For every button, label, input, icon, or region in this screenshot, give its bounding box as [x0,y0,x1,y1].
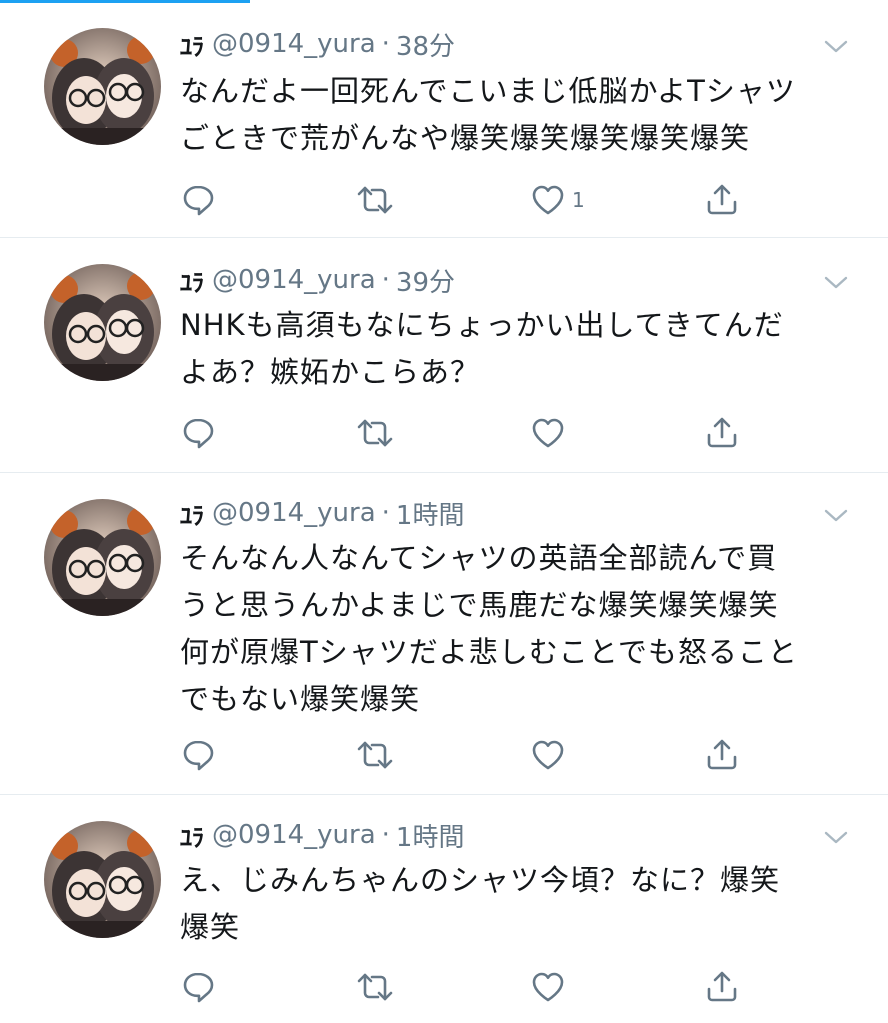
timestamp[interactable]: 39分 [396,262,455,299]
tweet-header: ﾕﾗ @0914_yura · 1時間 [180,495,464,531]
share-button[interactable] [704,180,740,220]
tweet-text-line: よあ？嫉妬かこらあ？ [180,355,481,389]
like-button[interactable] [530,413,572,453]
avatar[interactable] [44,28,161,145]
display-name[interactable]: ﾕﾗ [180,263,204,298]
tweet-text: NHKも高須もなにちょっかい出してきてんだ よあ？嫉妬かこらあ？ [180,302,860,396]
avatar[interactable] [44,821,161,938]
share-icon [704,737,740,773]
display-name[interactable]: ﾕﾗ [180,818,204,853]
tweet-text-line: でもない爆笑爆笑 [180,682,421,716]
share-icon [704,182,740,218]
chevron-down-icon[interactable] [822,272,850,292]
retweet-icon [355,969,395,1005]
tweet-text-line: ごときで荒がんなや爆笑爆笑爆笑爆笑爆笑 [180,121,751,155]
handle[interactable]: @0914_yura [212,29,376,59]
tweet-text-line: なんだよ一回死んでこいまじ低脳かよTシャツ [180,74,796,108]
avatar[interactable] [44,499,161,616]
chevron-down-icon[interactable] [822,827,850,847]
retweet-button[interactable] [355,967,395,1007]
tweet-text-line: うと思うんかよまじで馬鹿だな爆笑爆笑爆笑 [180,588,779,622]
tweet-1[interactable]: ﾕﾗ @0914_yura · 38分 なんだよ一回死んでこいまじ低脳かよTシャ… [0,0,888,238]
share-icon [704,415,740,451]
tweet-header: ﾕﾗ @0914_yura · 39分 [180,262,455,298]
reply-icon [180,415,216,451]
retweet-icon [355,415,395,451]
timestamp[interactable]: 1時間 [396,495,465,532]
tweet-text: そんなん人なんてシャツの英語全部読んで買 うと思うんかよまじで馬鹿だな爆笑爆笑爆… [180,535,860,723]
share-icon [704,969,740,1005]
tweet-text-line: え、じみんちゃんのシャツ今頃？なに？爆笑 [180,863,781,897]
reply-button[interactable] [180,967,216,1007]
share-button[interactable] [704,967,740,1007]
reply-icon [180,737,216,773]
display-name[interactable]: ﾕﾗ [180,496,204,531]
handle[interactable]: @0914_yura [212,265,376,295]
share-button[interactable] [704,735,740,775]
like-button[interactable] [530,967,572,1007]
chevron-down-icon[interactable] [822,505,850,525]
tweet-text-line: 何が原爆Tシャツだよ悲しむことでも怒ること [180,635,798,669]
heart-icon [530,415,566,451]
reply-button[interactable] [180,735,216,775]
handle[interactable]: @0914_yura [212,498,376,528]
tweet-header: ﾕﾗ @0914_yura · 1時間 [180,817,464,853]
display-name[interactable]: ﾕﾗ [180,27,204,62]
separator: · [381,820,390,850]
tweet-text: なんだよ一回死んでこいまじ低脳かよTシャツ ごときで荒がんなや爆笑爆笑爆笑爆笑爆… [180,68,860,162]
separator: · [381,29,390,59]
heart-icon [530,969,566,1005]
tweet-2[interactable]: ﾕﾗ @0914_yura · 39分 NHKも高須もなにちょっかい出してきてん… [0,238,888,473]
heart-icon [530,737,566,773]
avatar[interactable] [44,264,161,381]
reply-button[interactable] [180,180,216,220]
timestamp[interactable]: 38分 [396,26,455,63]
tweet-header: ﾕﾗ @0914_yura · 38分 [180,26,455,62]
like-button[interactable] [530,735,572,775]
like-button[interactable]: 1 [530,180,585,220]
handle[interactable]: @0914_yura [212,820,376,850]
share-button[interactable] [704,413,740,453]
reply-button[interactable] [180,413,216,453]
tweet-text: え、じみんちゃんのシャツ今頃？なに？爆笑 爆笑 [180,857,860,951]
like-count: 1 [572,188,585,212]
chevron-down-icon[interactable] [822,36,850,56]
tweet-text-line: そんなん人なんてシャツの英語全部読んで買 [180,541,778,575]
tweet-text-line: 爆笑 [180,910,241,944]
retweet-icon [355,182,395,218]
retweet-icon [355,737,395,773]
reply-icon [180,969,216,1005]
retweet-button[interactable] [355,413,395,453]
timestamp[interactable]: 1時間 [396,817,465,854]
tweet-4[interactable]: ﾕﾗ @0914_yura · 1時間 え、じみんちゃんのシャツ今頃？なに？爆笑… [0,795,888,1023]
separator: · [381,498,390,528]
retweet-button[interactable] [355,735,395,775]
tweet-3[interactable]: ﾕﾗ @0914_yura · 1時間 そんなん人なんてシャツの英語全部読んで買… [0,473,888,795]
retweet-button[interactable] [355,180,395,220]
reply-icon [180,182,216,218]
tweet-text-line: NHKも高須もなにちょっかい出してきてんだ [180,308,784,342]
separator: · [381,265,390,295]
heart-icon [530,182,566,218]
